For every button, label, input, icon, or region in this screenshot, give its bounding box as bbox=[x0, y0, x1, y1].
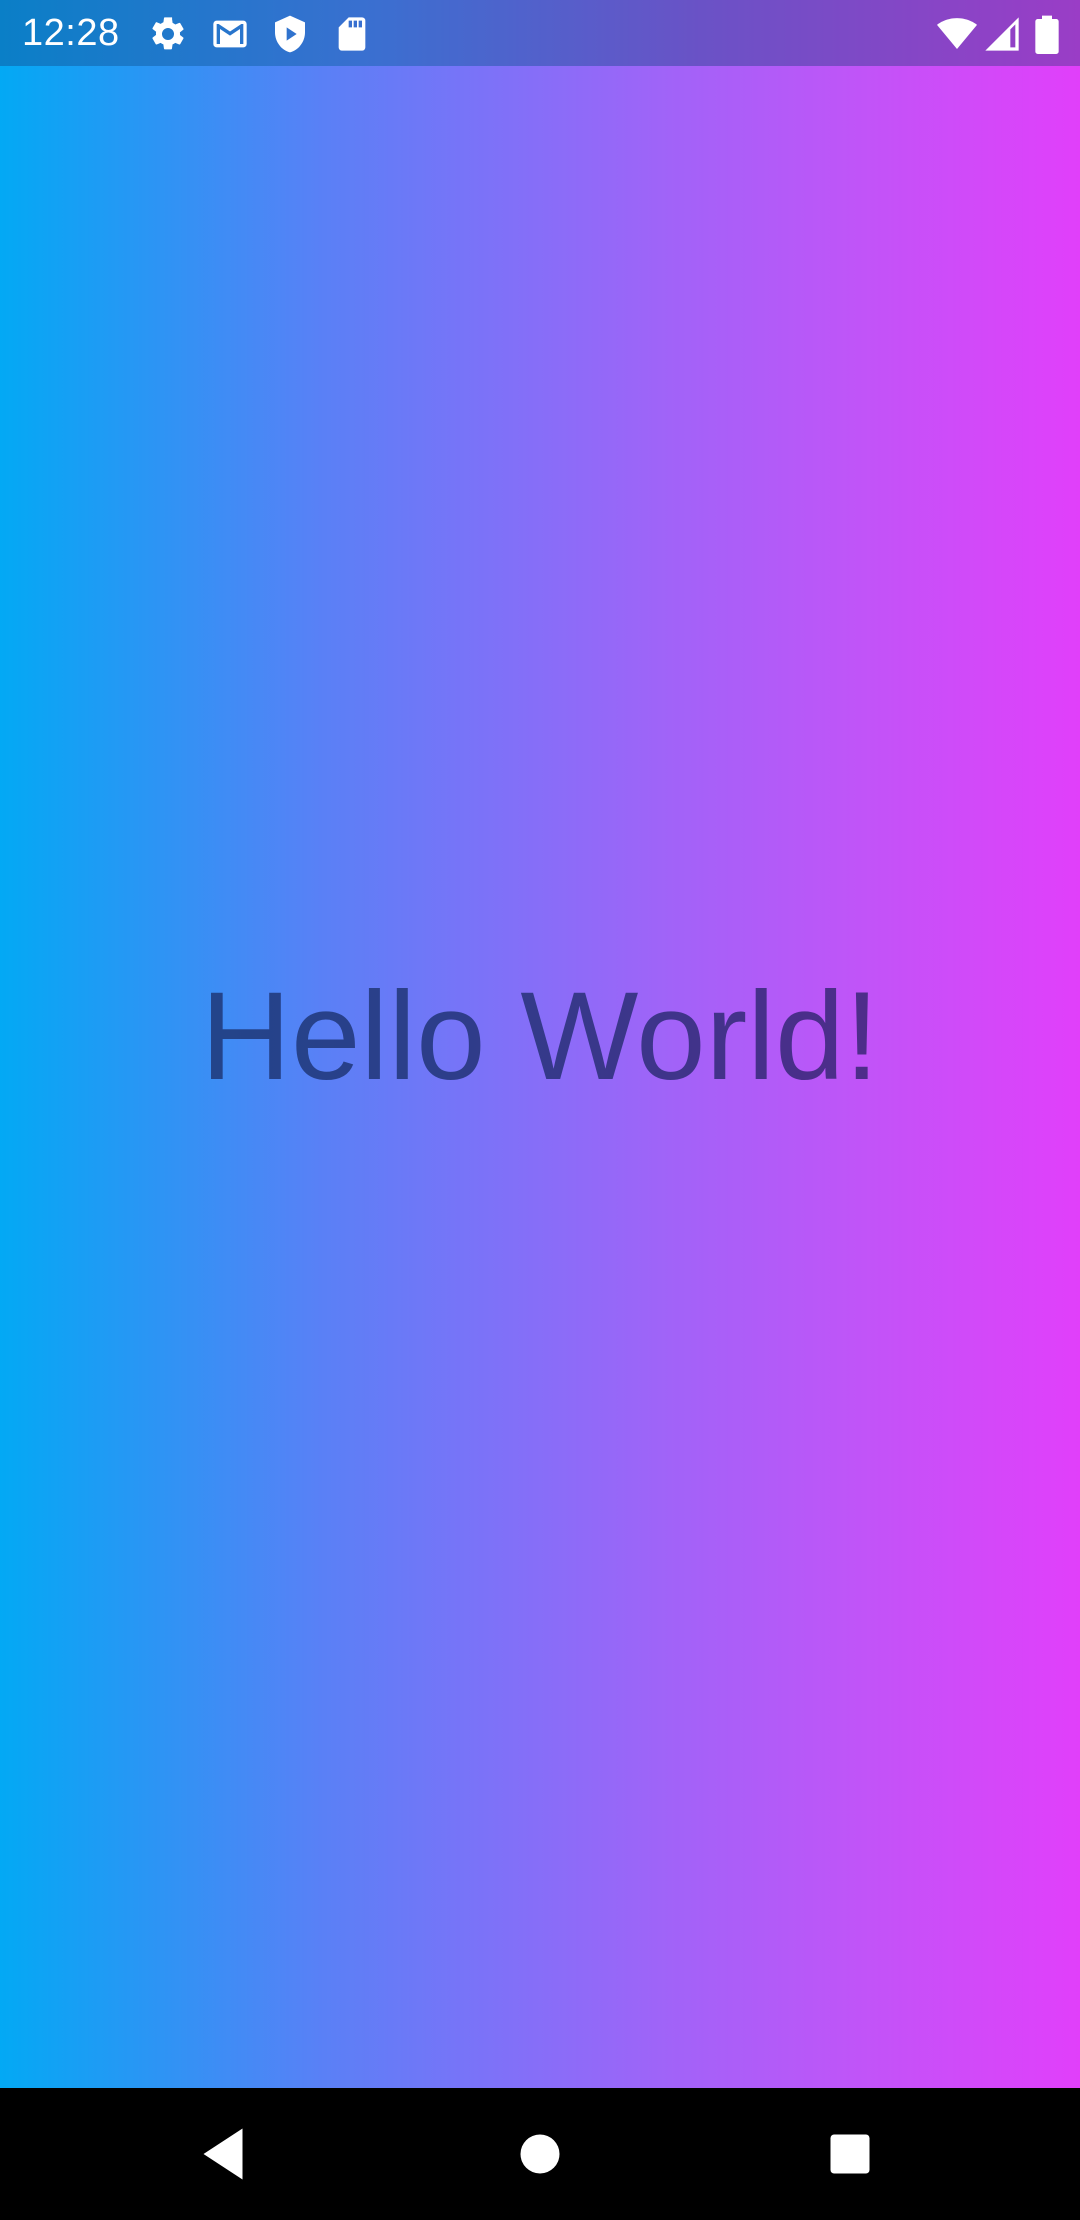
gmail-icon bbox=[208, 14, 252, 54]
back-button[interactable] bbox=[190, 2118, 262, 2190]
home-button[interactable] bbox=[504, 2118, 576, 2190]
shield-play-icon bbox=[270, 14, 310, 54]
battery-icon bbox=[1034, 14, 1060, 54]
hello-world-text: Hello World! bbox=[0, 962, 1080, 1112]
recents-button[interactable] bbox=[814, 2118, 886, 2190]
cell-signal-icon bbox=[982, 14, 1022, 54]
home-icon bbox=[520, 2134, 560, 2174]
navigation-bar bbox=[0, 2088, 1080, 2220]
screen: 12:28 Hello World! bbox=[0, 0, 1080, 2220]
status-bar: 12:28 bbox=[0, 0, 1080, 66]
back-icon bbox=[203, 2128, 243, 2180]
gradient-background: Hello World! bbox=[0, 66, 1080, 2088]
sd-card-icon bbox=[332, 14, 372, 54]
gear-icon bbox=[148, 14, 188, 54]
status-time: 12:28 bbox=[22, 12, 120, 54]
recents-icon bbox=[830, 2134, 870, 2174]
wifi-icon bbox=[934, 14, 980, 54]
